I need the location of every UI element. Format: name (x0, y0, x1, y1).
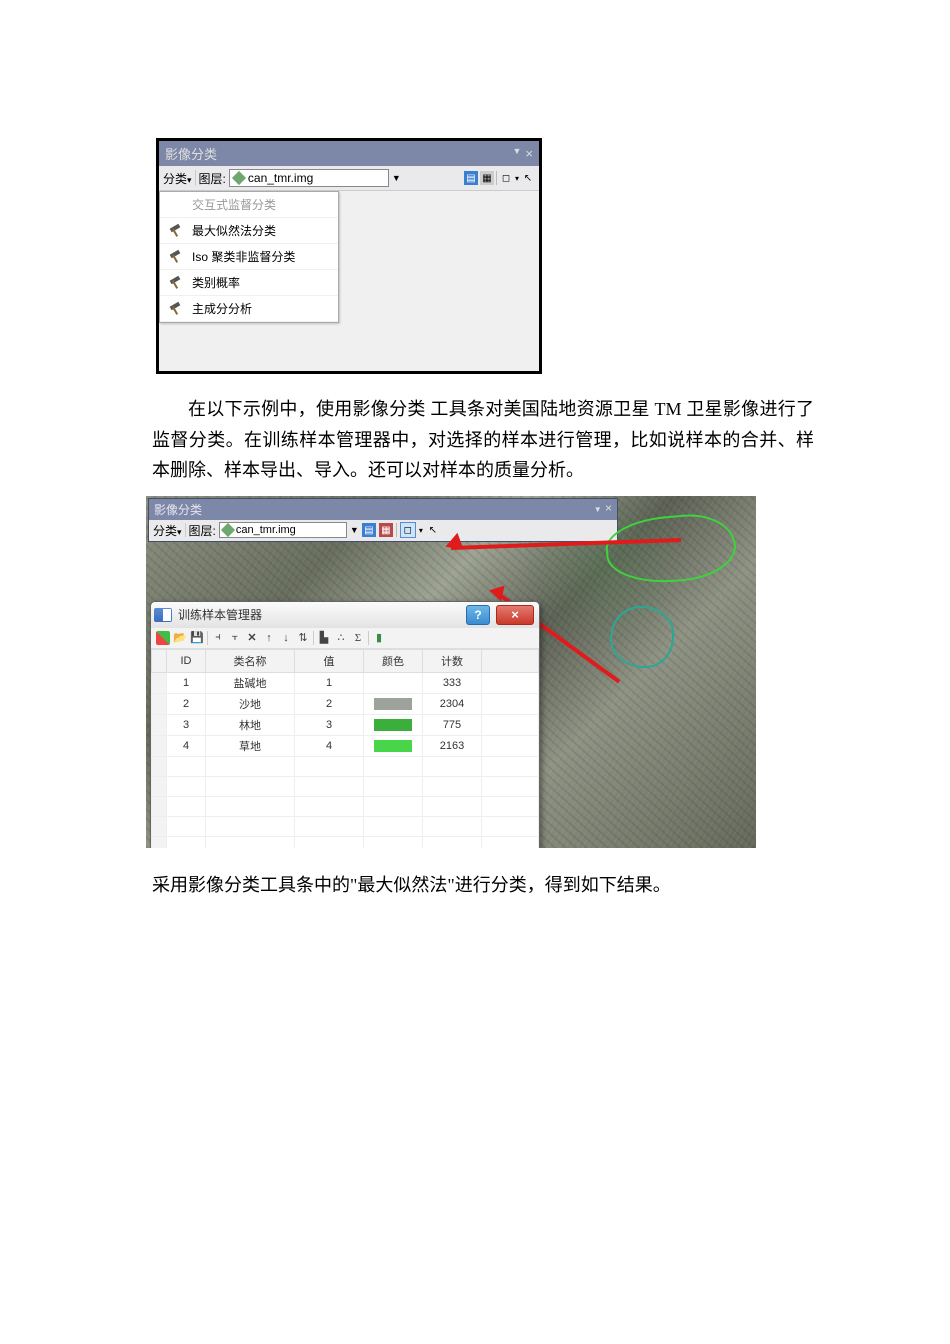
clear-icon[interactable]: ↖ (521, 171, 535, 185)
layer-icon (232, 171, 246, 185)
table-row[interactable]: 4草地42163 (152, 735, 539, 756)
down-icon[interactable]: ↓ (279, 631, 293, 645)
dialog-toolbar: 📂 💾 ⫞ ⫟ ✕ ↑ ↓ ⇅ ▙ ∴ Σ ▮ (151, 628, 539, 649)
layer-dropdown[interactable]: can_tmr.img (229, 169, 389, 187)
layer-label: 图层: (199, 170, 226, 187)
close-icon[interactable]: × (605, 501, 612, 515)
table-row[interactable]: 2沙地22304 (152, 693, 539, 714)
scatter-icon[interactable]: ∴ (334, 631, 348, 645)
classify-button[interactable]: 分类▾ (163, 170, 192, 187)
help-button[interactable]: ? (466, 605, 490, 625)
table-row[interactable]: 3林地3775 (152, 714, 539, 735)
paragraph-1: 在以下示例中，使用影像分类 工具条对美国陆地资源卫星 TM 卫星影像进行了监督分… (152, 394, 814, 486)
chevron-down-icon[interactable]: ▼ (350, 525, 359, 535)
screenshot-training-manager: 影像分类 ▼ × 分类▾ 图层: can_tmr.img ▼ ▤ ▦ ◻ ▾ ↖ (146, 496, 756, 848)
col-id[interactable]: ID (167, 649, 206, 672)
table-row-empty (152, 816, 539, 836)
grid-icon[interactable]: ▦ (379, 523, 393, 537)
layer-label: 图层: (189, 522, 216, 539)
open-icon[interactable]: 📂 (173, 631, 187, 645)
layer-value: can_tmr.img (236, 524, 296, 536)
merge-icon[interactable]: ⫞ (211, 631, 225, 645)
layer-value: can_tmr.img (248, 171, 313, 185)
samples-table: ID 类名称 值 颜色 计数 1盐碱地13332沙地223043林地37754草… (151, 649, 539, 848)
save-icon[interactable]: 💾 (190, 631, 204, 645)
screenshot-toolbar-menu: 影像分类 ▼ × 分类▾ 图层: can_tmr.img ▼ ▤ ▦ ◻ ▾ ↖ (156, 138, 542, 374)
new-icon[interactable] (156, 631, 170, 645)
list-icon[interactable]: ▤ (464, 171, 478, 185)
dialog-title: 训练样本管理器 (178, 606, 460, 623)
menu-item-pca[interactable]: 主成分分析 (160, 296, 338, 322)
training-sample-manager-dialog: 训练样本管理器 ? × 📂 💾 ⫞ ⫟ ✕ ↑ ↓ ⇅ ▙ ∴ Σ ▮ (150, 601, 540, 848)
toolbar-row: 分类▾ 图层: can_tmr.img ▼ ▤ ▦ ◻ ▾ ↖ (159, 166, 539, 191)
grid-icon[interactable]: ▦ (480, 171, 494, 185)
classify-dropdown-menu: 交互式监督分类 最大似然法分类 Iso 聚类非监督分类 类别概率 主成分分析 (159, 191, 339, 323)
polygon-icon[interactable]: ◻ (499, 171, 513, 185)
table-header-row: ID 类名称 值 颜色 计数 (152, 649, 539, 672)
table-row-empty (152, 756, 539, 776)
toolbar-titlebar: 影像分类 ▼ × (159, 141, 539, 166)
delete-icon[interactable]: ✕ (245, 631, 259, 645)
clear-icon[interactable]: ↖ (426, 523, 440, 537)
classify-button[interactable]: 分类▾ (153, 522, 182, 539)
table-row-empty (152, 836, 539, 848)
dropdown-icon[interactable]: ▼ (512, 146, 521, 161)
toolbar2-title: 影像分类 (154, 501, 202, 518)
hammer-icon (168, 302, 182, 316)
layer-icon (221, 523, 235, 537)
col-value[interactable]: 值 (295, 649, 364, 672)
chevron-down-icon[interactable]: ▾ (419, 526, 423, 535)
dialog-icon (154, 608, 172, 622)
table-row-empty (152, 796, 539, 816)
close-icon[interactable]: × (525, 146, 533, 161)
dropdown-icon[interactable]: ▼ (594, 505, 602, 514)
col-count[interactable]: 计数 (423, 649, 482, 672)
menu-item-maxlikelihood[interactable]: 最大似然法分类 (160, 218, 338, 244)
col-color[interactable]: 颜色 (364, 649, 423, 672)
reorder-icon[interactable]: ⇅ (296, 631, 310, 645)
polygon-icon[interactable]: ◻ (400, 522, 416, 538)
toolbar-title: 影像分类 (165, 144, 217, 163)
col-name[interactable]: 类名称 (206, 649, 295, 672)
signature-icon[interactable]: ▮ (372, 631, 386, 645)
table-row-empty (152, 776, 539, 796)
list-icon[interactable]: ▤ (362, 523, 376, 537)
stats-icon[interactable]: Σ (351, 631, 365, 645)
menu-item-iso-cluster[interactable]: Iso 聚类非监督分类 (160, 244, 338, 270)
split-icon[interactable]: ⫟ (228, 631, 242, 645)
menu-item-interactive: 交互式监督分类 (160, 192, 338, 218)
hammer-icon (168, 250, 182, 264)
chevron-down-icon[interactable]: ▾ (515, 174, 519, 183)
close-button[interactable]: × (496, 605, 534, 625)
hammer-icon (168, 276, 182, 290)
hammer-icon (168, 224, 182, 238)
sample-polygon-teal (610, 606, 674, 668)
up-icon[interactable]: ↑ (262, 631, 276, 645)
histogram-icon[interactable]: ▙ (317, 631, 331, 645)
table-row[interactable]: 1盐碱地1333 (152, 672, 539, 693)
dialog-titlebar[interactable]: 训练样本管理器 ? × (151, 602, 539, 628)
menu-item-class-probability[interactable]: 类别概率 (160, 270, 338, 296)
chevron-down-icon[interactable]: ▼ (392, 173, 401, 183)
paragraph-2: 采用影像分类工具条中的"最大似然法"进行分类，得到如下结果。 (152, 870, 814, 901)
layer-dropdown[interactable]: can_tmr.img (219, 522, 347, 538)
toolbar2: 影像分类 ▼ × 分类▾ 图层: can_tmr.img ▼ ▤ ▦ ◻ ▾ ↖ (148, 498, 618, 542)
